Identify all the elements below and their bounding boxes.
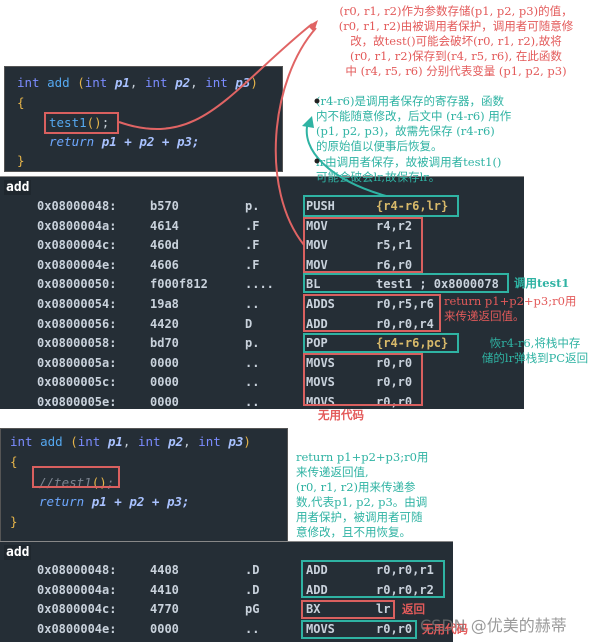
arrow-head-red: [308, 20, 318, 32]
arrow-mov-to-note: [274, 27, 317, 246]
arrow-push-to-bullet: [305, 121, 387, 197]
bullet-dot: [314, 158, 320, 164]
annotation-arrows: [118, 20, 387, 246]
arrow-call-to-note: [118, 23, 313, 131]
bullet-dot: [314, 98, 320, 104]
arrow-head-teal: [302, 116, 314, 128]
